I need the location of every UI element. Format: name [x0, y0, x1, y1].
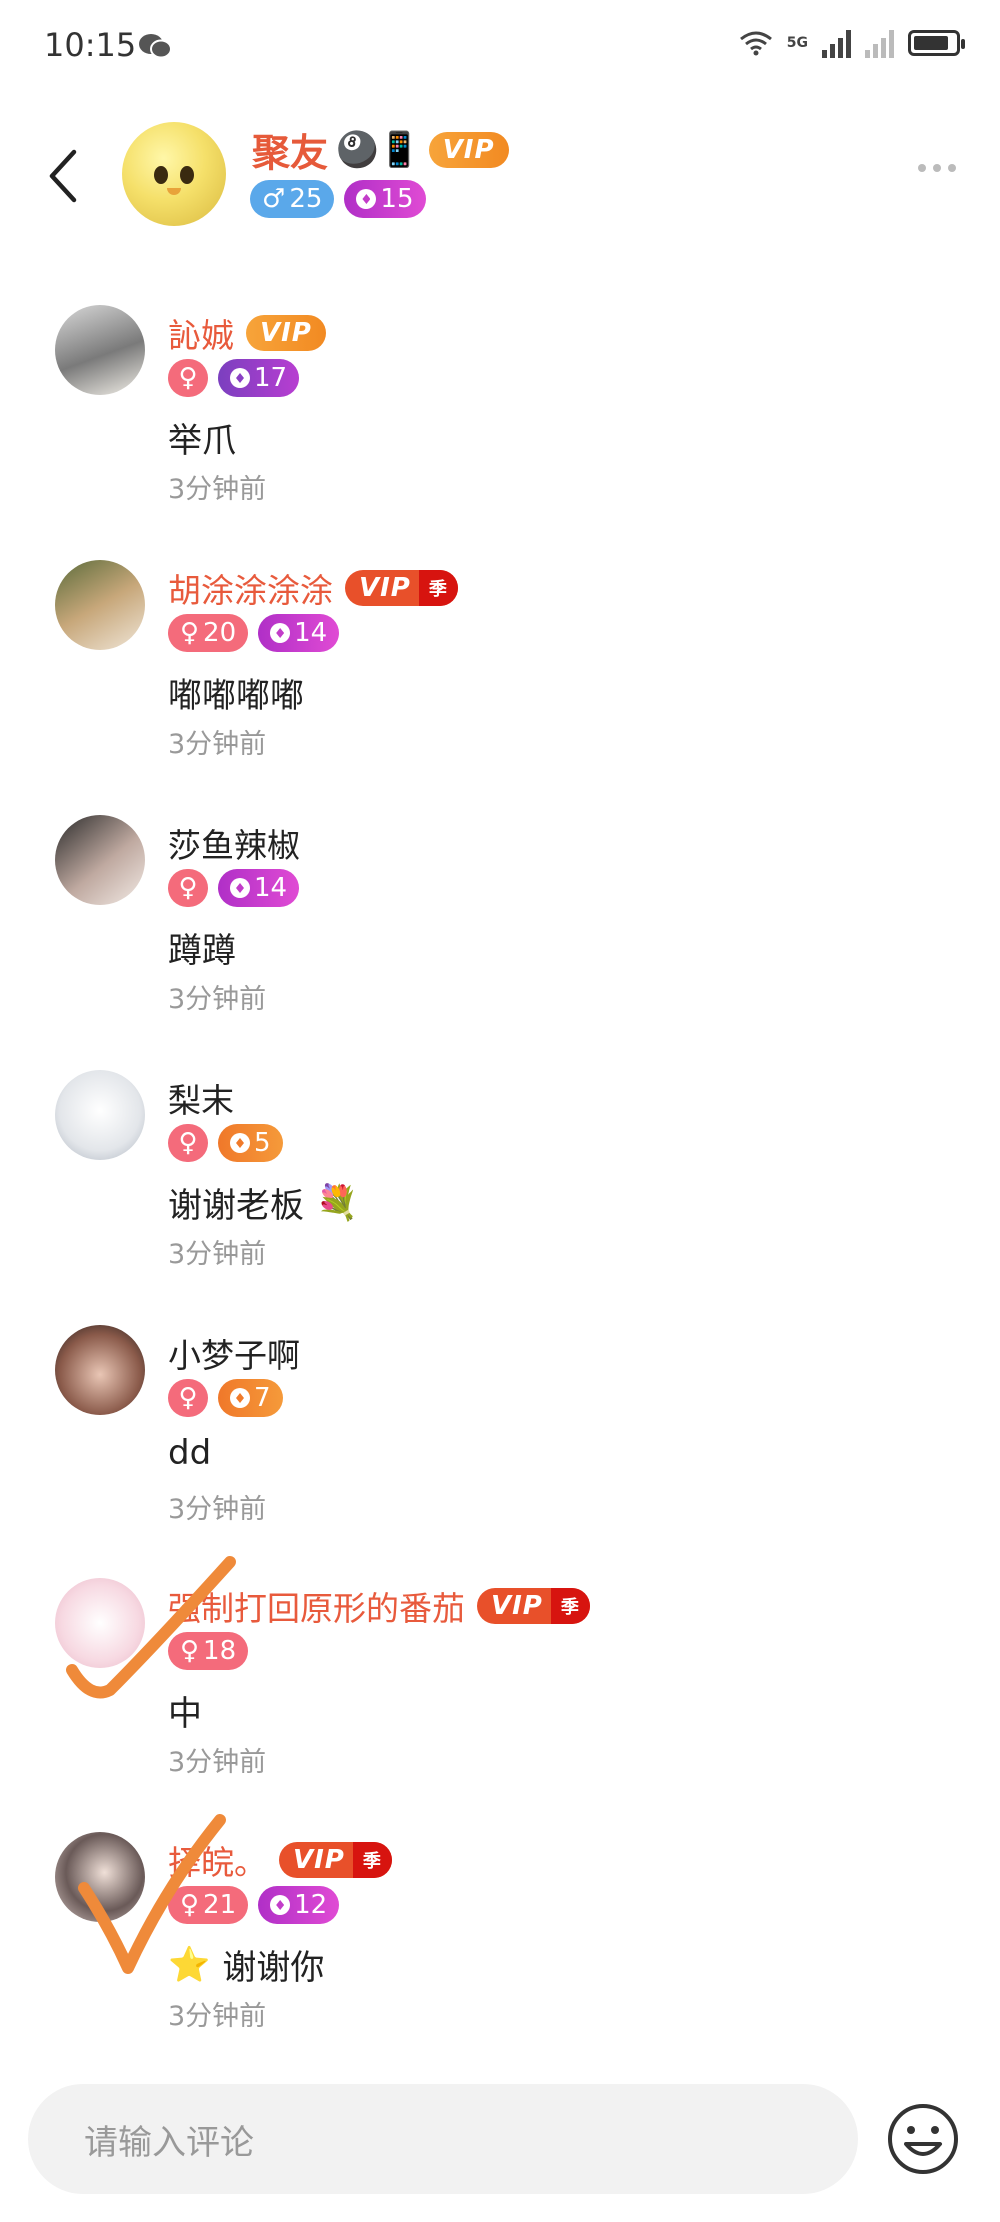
group-name-emojis: 🎱📱: [336, 129, 421, 170]
level-badge: 5: [218, 1124, 283, 1162]
level-badge: 14: [258, 614, 340, 652]
vip-badge: VIP: [428, 131, 509, 168]
female-badge: ♀: [168, 1379, 208, 1417]
female-badge: ♀ 18: [168, 1632, 249, 1670]
vip-season-badge: VIP 季: [477, 1588, 590, 1624]
level-badge: 7: [218, 1379, 283, 1417]
level-badge: 12: [258, 1886, 340, 1924]
comment-time: 3分钟前: [168, 1747, 267, 1778]
comment-author: 訫娍 VIP: [168, 309, 326, 357]
group-title: 聚友 🎱📱 VIP: [252, 122, 509, 177]
comment-time: 3分钟前: [168, 1239, 267, 1270]
vip-season-badge: VIP 季: [279, 1842, 392, 1878]
diamond-icon: [230, 1133, 250, 1153]
female-icon: ♀: [180, 1890, 200, 1920]
comment-text: 谢谢老板 💐: [168, 1182, 359, 1227]
comment-text: 中: [168, 1694, 202, 1734]
signal-2-icon: [865, 28, 894, 58]
comment-text: 举爪: [168, 421, 236, 461]
comment-author: 梨末: [168, 1081, 234, 1120]
bouquet-emoji: 💐: [316, 1182, 359, 1223]
status-time: 10:15: [44, 26, 137, 64]
comment-text: dd: [168, 1433, 212, 1473]
signal-icon: [822, 28, 851, 58]
diamond-icon: [270, 1895, 291, 1915]
battery-icon: [908, 30, 965, 56]
comment-badges: ♀ 18: [168, 1632, 249, 1670]
comment-badges: ♀ 20 14: [168, 614, 340, 652]
wechat-icon: [139, 34, 172, 59]
female-icon: ♀: [180, 618, 200, 648]
group-avatar[interactable]: [122, 122, 226, 226]
vip-badge: VIP: [246, 315, 326, 351]
chevron-left-icon[interactable]: [44, 146, 84, 206]
diamond-icon: [356, 189, 377, 209]
status-bar: 10:15 5G: [0, 0, 1000, 96]
comment-author: 小梦子啊: [168, 1336, 300, 1375]
comment-author: 莎鱼辣椒: [168, 826, 300, 865]
avatar[interactable]: [55, 1325, 145, 1415]
diamond-icon: [230, 368, 250, 388]
avatar[interactable]: [55, 1832, 145, 1922]
avatar[interactable]: [55, 305, 145, 395]
avatar[interactable]: [55, 560, 145, 650]
comment-time: 3分钟前: [168, 2001, 267, 2032]
comment-badges: ♀ 5: [168, 1124, 283, 1162]
comment-time: 3分钟前: [168, 474, 267, 505]
header-badges: ♂ 25 15: [250, 180, 426, 218]
comment-time: 3分钟前: [168, 984, 267, 1015]
avatar[interactable]: [55, 1070, 145, 1160]
network-type: 5G: [786, 35, 808, 51]
comment-author: 择皖。 VIP 季: [168, 1836, 392, 1884]
status-icons: 5G: [739, 28, 965, 58]
comment-text: 嘟嘟嘟嘟: [168, 676, 304, 716]
wifi-icon: [739, 31, 772, 56]
female-badge: ♀ 20: [168, 614, 249, 652]
comment-text: ⭐ 谢谢你: [168, 1944, 325, 1989]
female-badge: ♀: [168, 359, 208, 397]
avatar[interactable]: [55, 815, 145, 905]
female-icon: ♀: [180, 1636, 200, 1666]
vip-season-badge: VIP 季: [345, 570, 458, 606]
comment-badges: ♀ 7: [168, 1379, 283, 1417]
more-dots-icon[interactable]: [918, 164, 956, 172]
comment-badges: ♀ 17: [168, 359, 300, 397]
comment-input-bar: 请输入评论: [0, 2080, 1000, 2222]
diamond-icon: [230, 878, 250, 898]
comment-badges: ♀ 21 12: [168, 1886, 340, 1924]
emoji-smile-icon[interactable]: [886, 2102, 960, 2176]
level-badge: 17: [218, 359, 300, 397]
comment-text: 蹲蹲: [168, 931, 236, 971]
comment-time: 3分钟前: [168, 729, 267, 760]
female-badge: ♀ 21: [168, 1886, 249, 1924]
comment-author: 胡涂涂涂涂 VIP 季: [168, 564, 458, 612]
comment-input[interactable]: 请输入评论: [28, 2084, 858, 2194]
star-emoji: ⭐: [168, 1944, 211, 1985]
comment-author: 强制打回原形的番茄 VIP 季: [168, 1582, 590, 1630]
chat-header: 聚友 🎱📱 VIP ♂ 25 15: [0, 110, 1000, 240]
diamond-icon: [270, 623, 291, 643]
diamond-icon: [230, 1388, 250, 1408]
male-icon: ♂: [262, 184, 286, 214]
avatar[interactable]: [55, 1578, 145, 1668]
group-name: 聚友: [252, 131, 329, 175]
level-badge: 14: [218, 869, 300, 907]
comment-time: 3分钟前: [168, 1494, 267, 1525]
male-badge: ♂ 25: [250, 180, 335, 218]
female-badge: ♀: [168, 869, 208, 907]
female-badge: ♀: [168, 1124, 208, 1162]
comment-badges: ♀ 14: [168, 869, 300, 907]
level-badge: 15: [344, 180, 426, 218]
